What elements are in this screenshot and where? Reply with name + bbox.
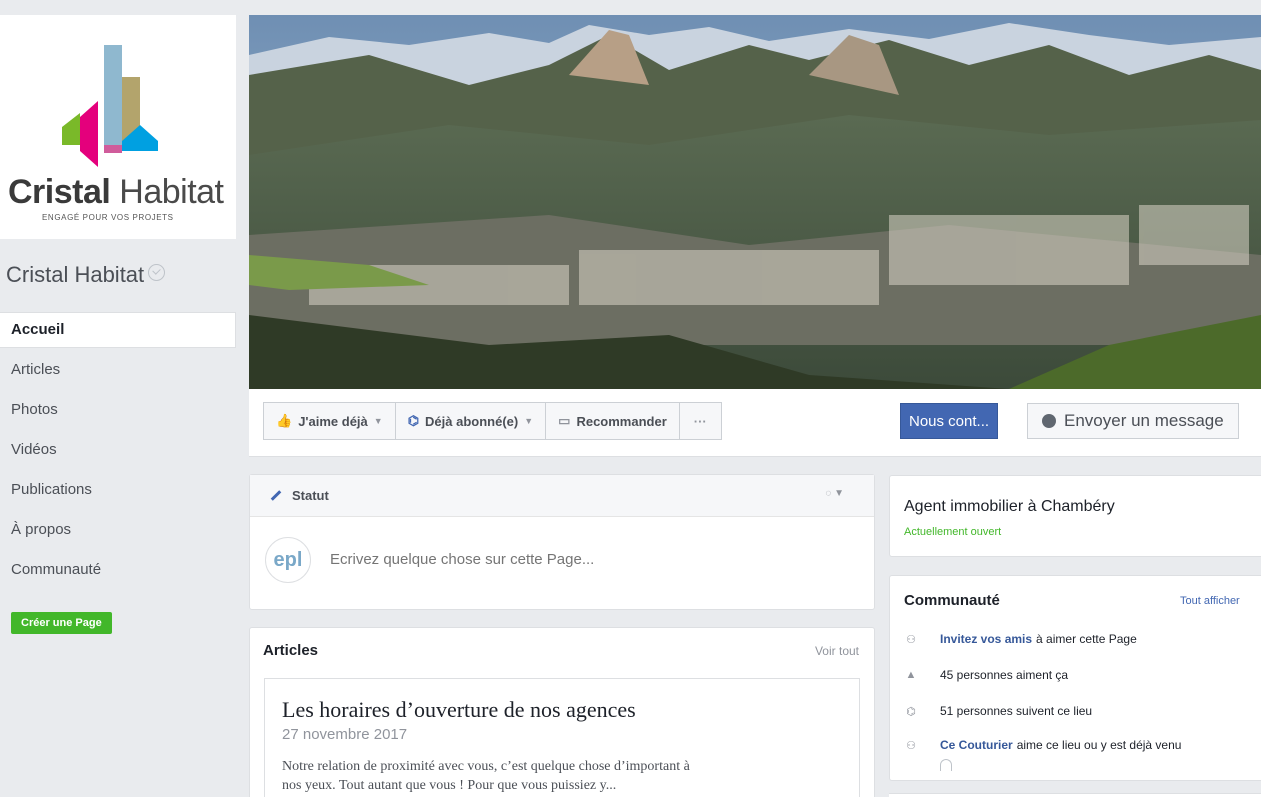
community-friend-row: ⚇ Ce Couturier aime ce lieu ou y est déj… [904, 738, 1181, 752]
composer-tab-status[interactable]: Statut [250, 475, 874, 517]
nav-item-videos[interactable]: Vidéos [0, 432, 236, 472]
recommend-button[interactable]: ▭ Recommander [546, 402, 680, 440]
articles-heading: Articles [263, 642, 319, 659]
nav-item-communaute[interactable]: Communauté [0, 552, 236, 592]
nav-item-articles[interactable]: Articles [0, 352, 236, 392]
status-input[interactable] [330, 551, 730, 568]
community-see-all-link[interactable]: Tout afficher [1180, 595, 1240, 607]
thumbs-up-icon: 👍 [276, 413, 293, 428]
logo-tagline: ENGAGÉ POUR VOS PROJETS [42, 213, 174, 222]
status-composer: Statut ◌ ▼ epl [249, 474, 875, 610]
follow-button[interactable]: ⌬ Déjà abonné(e) ▼ [395, 402, 547, 440]
page-root: Cristal Habitat ENGAGÉ POUR VOS PROJETS … [0, 0, 1261, 797]
nav-item-photos[interactable]: Photos [0, 392, 236, 432]
pencil-icon [270, 490, 282, 501]
logo-wordmark: Cristal Habitat [8, 173, 224, 211]
left-sidebar: Cristal Habitat ENGAGÉ POUR VOS PROJETS … [0, 0, 236, 797]
composer-audience-selector[interactable]: ◌ ▼ [825, 488, 844, 499]
article-excerpt: Notre relation de proximité avec vous, c… [282, 759, 690, 793]
open-status: Actuellement ouvert [904, 526, 1002, 538]
page-action-bar: 👍 J'aime déjà ▼ ⌬ Déjà abonné(e) ▼ ▭ Rec… [249, 389, 1261, 457]
friend-avatar-icon [940, 759, 952, 771]
articles-section: Articles Voir tout Les horaires d’ouvert… [249, 627, 875, 797]
page-title[interactable]: Cristal Habitat [6, 262, 166, 288]
cover-photo[interactable] [249, 15, 1261, 389]
community-follows-row: ⌬ 51 personnes suivent ce lieu [904, 704, 1092, 718]
send-message-button[interactable]: Envoyer un message [1027, 403, 1239, 439]
article-date: 27 novembre 2017 [282, 726, 408, 743]
chevron-down-icon: ▼ [524, 416, 534, 426]
nav-item-a-propos[interactable]: À propos [0, 512, 236, 552]
article-title[interactable]: Les horaires d’ouverture de nos agences [282, 697, 842, 723]
cristal-habitat-logo-icon [62, 45, 158, 167]
like-button[interactable]: 👍 J'aime déjà ▼ [263, 402, 396, 440]
community-heading: Communauté [904, 592, 1000, 609]
rss-icon: ⌬ [407, 413, 420, 428]
articles-see-all-link[interactable]: Voir tout [815, 644, 859, 658]
contact-button[interactable]: Nous cont... [900, 403, 999, 439]
community-likes-row: ▲ 45 personnes aiment ça [905, 668, 1069, 682]
more-button[interactable]: ··· [679, 402, 722, 440]
article-card[interactable]: Les horaires d’ouverture de nos agences … [264, 678, 860, 797]
invite-friends-link[interactable]: Invitez vos amis [940, 632, 1032, 646]
profile-logo[interactable]: Cristal Habitat ENGAGÉ POUR VOS PROJETS [0, 15, 236, 239]
nav-item-publications[interactable]: Publications [0, 472, 236, 512]
page-actions: 👍 J'aime déjà ▼ ⌬ Déjà abonné(e) ▼ ▭ Rec… [263, 402, 722, 440]
chevron-down-icon: ▼ [373, 416, 383, 426]
community-card: Communauté Tout afficher ⚇ Invitez vos a… [889, 575, 1261, 781]
page-nav: Accueil Articles Photos Vidéos Publicati… [0, 312, 236, 592]
next-card-edge [889, 793, 1261, 797]
friends-icon: ⚇ [906, 634, 916, 646]
friend-name-link[interactable]: Ce Couturier [940, 738, 1013, 752]
create-page-button[interactable]: Créer une Page [11, 612, 112, 634]
nav-item-accueil[interactable]: Accueil [0, 312, 236, 348]
verified-badge-icon [148, 264, 166, 281]
messenger-icon [1042, 414, 1056, 428]
avatar: epl [265, 537, 311, 583]
thumbs-up-icon: ▲ [905, 669, 917, 681]
comment-icon: ▭ [558, 413, 571, 428]
community-invite-row: ⚇ Invitez vos amis à aimer cette Page [904, 632, 1137, 646]
page-category: Agent immobilier à Chambéry [904, 498, 1115, 515]
friends-icon: ⚇ [906, 740, 916, 752]
rss-icon: ⌬ [906, 706, 916, 718]
page-info-card: Agent immobilier à Chambéry Actuellement… [889, 475, 1261, 557]
cover-landscape-image [249, 15, 1261, 389]
